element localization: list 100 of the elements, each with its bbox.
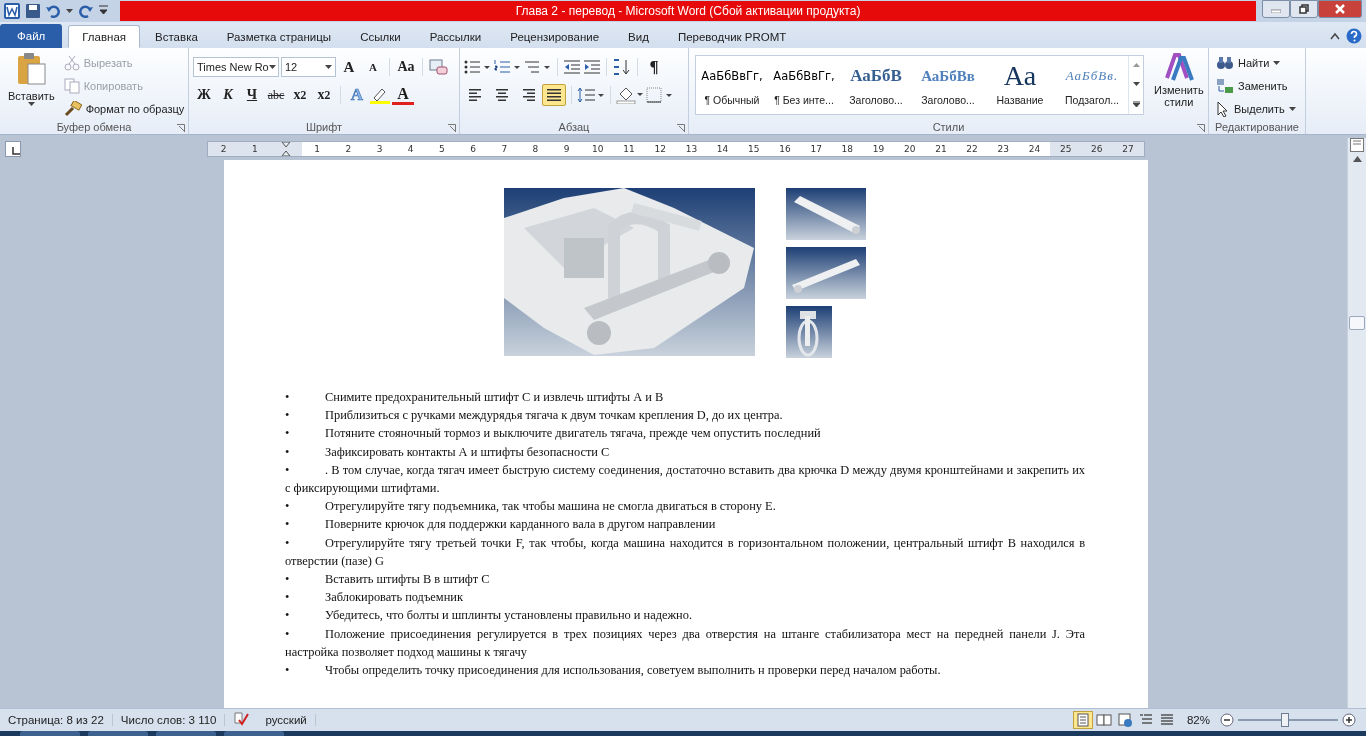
redo-icon[interactable] (79, 4, 93, 18)
sort-icon[interactable] (612, 58, 632, 76)
borders-icon[interactable] (646, 87, 674, 103)
book-view-icon (1095, 712, 1112, 728)
underline-button[interactable]: Ч (241, 84, 263, 106)
ribbon-tab[interactable]: Вставка (141, 25, 212, 48)
font-size-field[interactable]: 12 (281, 57, 336, 77)
indent-marker-icon[interactable] (280, 142, 291, 156)
ruler-number: 2 (208, 142, 240, 156)
ribbon-tab[interactable]: Разметка страницы (212, 25, 346, 48)
dropdown-arrow-icon[interactable] (27, 102, 35, 106)
scroll-up-icon[interactable] (1352, 156, 1362, 162)
dialog-launcher-icon[interactable] (677, 124, 685, 132)
bullets-icon[interactable] (464, 59, 492, 75)
bullet-item: • Отрегулируйте тягу третьей точки F, так чтобы, когда машина находится в горизонтальном положении, центральный штифт В находился в отверстии (пазе) G (285, 534, 1085, 570)
dropdown-arrow-icon[interactable] (268, 65, 276, 69)
word-count[interactable]: Число слов: 3 110 (112, 714, 226, 726)
grow-font-button[interactable]: A (338, 56, 360, 78)
help-icon[interactable] (1346, 28, 1362, 44)
scroll-up-icon[interactable] (1132, 63, 1140, 68)
customize-toolbar-icon[interactable] (99, 5, 108, 17)
show-formatting-button[interactable]: ¶ (643, 56, 665, 78)
restore-button[interactable] (1290, 0, 1318, 18)
style-preset[interactable]: Аа Название (984, 56, 1056, 114)
change-styles-button[interactable]: Изменить стили (1150, 52, 1208, 119)
save-icon[interactable] (26, 4, 40, 18)
italic-button[interactable]: К (217, 84, 239, 106)
style-preset[interactable]: АаБбВв Заголово... (912, 56, 984, 114)
ribbon-tab[interactable]: Переводчик PROMT (663, 25, 801, 48)
find-button[interactable]: Найти (1213, 52, 1299, 73)
style-preset[interactable]: АаБбВвГг, ¶ Обычный (696, 56, 768, 114)
line-spacing-icon[interactable] (577, 87, 605, 103)
ribbon-tab[interactable]: Рассылки (415, 25, 496, 48)
ruler-number: 16 (778, 143, 792, 156)
collapse-ribbon-icon[interactable] (1330, 32, 1340, 40)
dialog-launcher-icon[interactable] (448, 124, 456, 132)
dropdown-arrow-icon[interactable] (325, 65, 332, 69)
decrease-indent-icon[interactable] (563, 59, 581, 75)
close-icon (1335, 4, 1345, 14)
shading-icon[interactable] (616, 86, 644, 104)
dropdown-arrow-icon[interactable] (66, 9, 73, 13)
ribbon-tab[interactable]: Главная (68, 25, 141, 48)
style-preset[interactable]: АаБбВвГг, ¶ Без инте... (768, 56, 840, 114)
page-count[interactable]: Страница: 8 из 22 (0, 714, 113, 726)
view-button[interactable] (1072, 711, 1093, 729)
font-name-field[interactable]: Times New Ro (193, 57, 279, 77)
tab-stop-icon (12, 147, 20, 155)
bold-button[interactable]: Ж (193, 84, 215, 106)
bullet-item: • Положение присоединения регулируется в трех позициях через два отверстия на штанге стабилизатора мест на передней панели J. Эта настройка позволяет подход машины к тягачу (285, 625, 1085, 661)
ruler-number: 23 (996, 143, 1010, 156)
select-button[interactable]: Выделить (1213, 98, 1299, 119)
ribbon-tab[interactable]: Вид (614, 25, 663, 48)
multilevel-list-icon[interactable] (524, 59, 552, 75)
highlight-icon[interactable] (370, 86, 390, 104)
zoom-out-icon[interactable] (1220, 713, 1234, 727)
dropdown-arrow-icon[interactable] (1273, 60, 1281, 65)
close-button[interactable] (1318, 0, 1362, 18)
brush-button[interactable]: Формат по образцу (60, 98, 188, 119)
cursor-icon[interactable] (1216, 100, 1230, 117)
group-label: Шрифт (305, 120, 343, 133)
ribbon-tab[interactable]: Ссылки (346, 25, 415, 48)
dialog-launcher-icon[interactable] (177, 124, 185, 132)
ruler-number: 14 (715, 143, 730, 156)
zoom-slider-thumb[interactable] (1281, 713, 1289, 727)
increase-indent-icon[interactable] (583, 59, 601, 75)
clear-formatting-icon[interactable] (428, 58, 448, 76)
restore-icon (1299, 4, 1309, 14)
replace-button[interactable]: Заменить (1213, 75, 1299, 96)
bullet-item: • Приблизиться с ручками междурядья тягача к двум точкам крепления D, до их центра. (285, 407, 784, 425)
zoom-in-icon[interactable] (1342, 713, 1356, 727)
scroll-down-icon[interactable] (1132, 82, 1140, 86)
file-tab[interactable]: Файл (0, 24, 63, 48)
group-label: Абзац (558, 120, 590, 133)
undo-icon[interactable] (46, 4, 60, 18)
scrollbar-thumb[interactable] (1349, 316, 1365, 330)
dialog-launcher-icon[interactable] (1197, 124, 1205, 132)
change-case-button[interactable]: Aa (395, 56, 417, 78)
dropdown-arrow-icon[interactable] (1288, 106, 1296, 111)
justify-align-button[interactable] (542, 84, 566, 106)
ribbon-tab[interactable]: Рецензирование (496, 25, 614, 48)
ruler-toggle-icon[interactable] (1350, 138, 1364, 152)
strikethrough-button[interactable]: abc (265, 84, 287, 106)
style-preset[interactable]: АаБбВ Заголово... (840, 56, 912, 114)
shrink-font-button[interactable]: A (362, 56, 384, 78)
word-icon[interactable] (4, 3, 20, 19)
replace-icon[interactable] (1216, 77, 1234, 94)
style-preset[interactable]: АаБбВв. Подзагол... (1056, 56, 1128, 114)
language-indicator[interactable]: русский (257, 714, 316, 726)
binoculars-icon[interactable] (1216, 55, 1234, 70)
zoom-level[interactable]: 82% (1176, 714, 1220, 726)
ruler-number: 21 (934, 143, 948, 156)
proofing-icon[interactable] (233, 712, 250, 726)
bullet-item: • . В том случае, когда тягач имеет быструю систему соединения, достаточно вставить два крючка D между двумя кронштейнами и закрепить их с фиксирующими штифтами. (285, 461, 1085, 497)
more-styles-icon[interactable] (1132, 100, 1140, 107)
view-button[interactable] (1093, 711, 1114, 729)
tab-selector[interactable] (5, 141, 21, 157)
align-justify-icon (546, 87, 562, 103)
font-color-button[interactable]: A (392, 85, 414, 105)
numbering-icon[interactable] (494, 59, 522, 75)
paste-button[interactable]: Вставить (4, 52, 59, 119)
